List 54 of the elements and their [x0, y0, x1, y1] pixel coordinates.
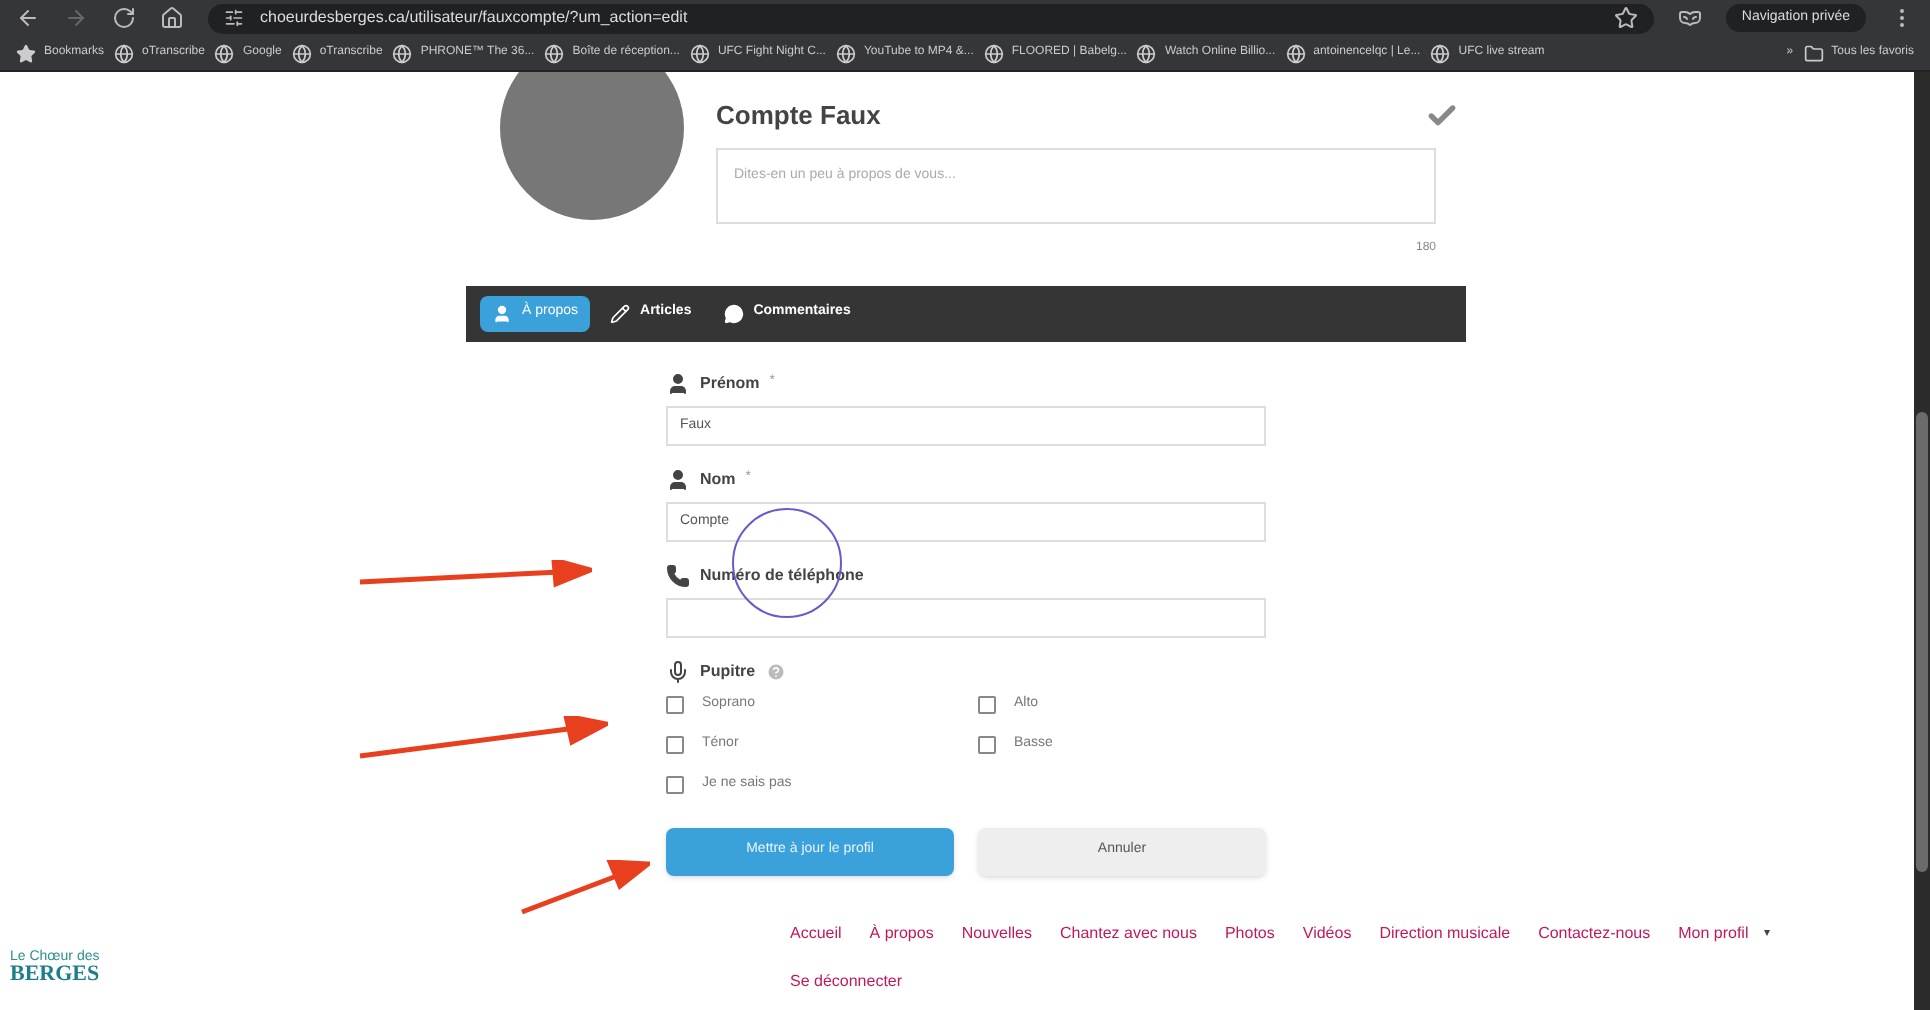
logo-wordmark: BERGES	[10, 964, 102, 986]
globe-icon	[1430, 43, 1451, 63]
microphone-icon	[666, 659, 690, 683]
footer-nav-link[interactable]: Direction musicale	[1379, 922, 1511, 946]
field-label: Nom	[700, 467, 736, 491]
folder-icon	[1803, 43, 1824, 63]
scrollbar[interactable]	[1914, 72, 1930, 1010]
checkbox[interactable]	[978, 735, 996, 753]
globe-icon	[689, 43, 710, 63]
globe-icon	[544, 43, 565, 63]
globe-icon	[983, 43, 1004, 63]
footer-nav-link[interactable]: Nouvelles	[961, 922, 1032, 946]
reload-icon[interactable]	[112, 6, 136, 30]
footer-nav-link[interactable]: Vidéos	[1302, 922, 1352, 946]
phone-icon	[666, 563, 690, 587]
footer-nav-link[interactable]: Contactez-nous	[1538, 922, 1651, 946]
back-icon[interactable]	[16, 6, 40, 30]
globe-icon	[214, 43, 235, 63]
globe-icon	[1285, 43, 1306, 63]
address-bar[interactable]: choeurdesberges.ca/utilisateur/fauxcompte/?um_action=edit	[208, 3, 1654, 33]
globe-icon	[114, 43, 135, 63]
bookmark-star-icon[interactable]	[1613, 6, 1638, 30]
site-settings-icon[interactable]	[224, 8, 244, 28]
scrollbar-thumb[interactable]	[1916, 412, 1928, 872]
footer-nav-link[interactable]: Chantez avec nous	[1059, 922, 1197, 946]
globe-icon	[1136, 43, 1157, 63]
url-text: choeurdesberges.ca/utilisateur/fauxcompte/?um_action=edit	[260, 6, 688, 30]
footer-nav-link[interactable]: Accueil	[790, 922, 842, 946]
footer-nav-link[interactable]: Photos	[1224, 922, 1275, 946]
checkbox[interactable]	[666, 775, 684, 793]
checkbox[interactable]	[666, 695, 684, 713]
speech-bubble-icon	[723, 303, 744, 323]
user-icon	[666, 467, 690, 491]
checkbox[interactable]	[978, 695, 996, 713]
text-input-field[interactable]	[666, 597, 1266, 637]
annotation-arrow	[518, 860, 650, 916]
home-icon[interactable]	[160, 6, 184, 30]
profile-name: Compte Faux	[716, 98, 881, 134]
mask-icon	[1677, 6, 1702, 30]
help-icon[interactable]	[765, 661, 786, 681]
footer-nav-link[interactable]: Mon profil	[1678, 922, 1749, 946]
footer-nav-link[interactable]: Se déconnecter	[790, 970, 903, 994]
user-icon	[666, 371, 690, 395]
field-label: Prénom	[700, 371, 760, 395]
globe-icon	[392, 43, 413, 63]
globe-icon	[835, 43, 856, 63]
user-icon	[492, 303, 512, 323]
globe-icon	[291, 43, 312, 63]
checkbox[interactable]	[666, 735, 684, 753]
field-label: Pupitre	[700, 659, 756, 683]
forward-icon[interactable]	[64, 6, 88, 30]
star-icon	[16, 43, 36, 63]
footer-nav-link[interactable]: À propos	[869, 922, 934, 946]
pencil-icon	[610, 303, 631, 323]
